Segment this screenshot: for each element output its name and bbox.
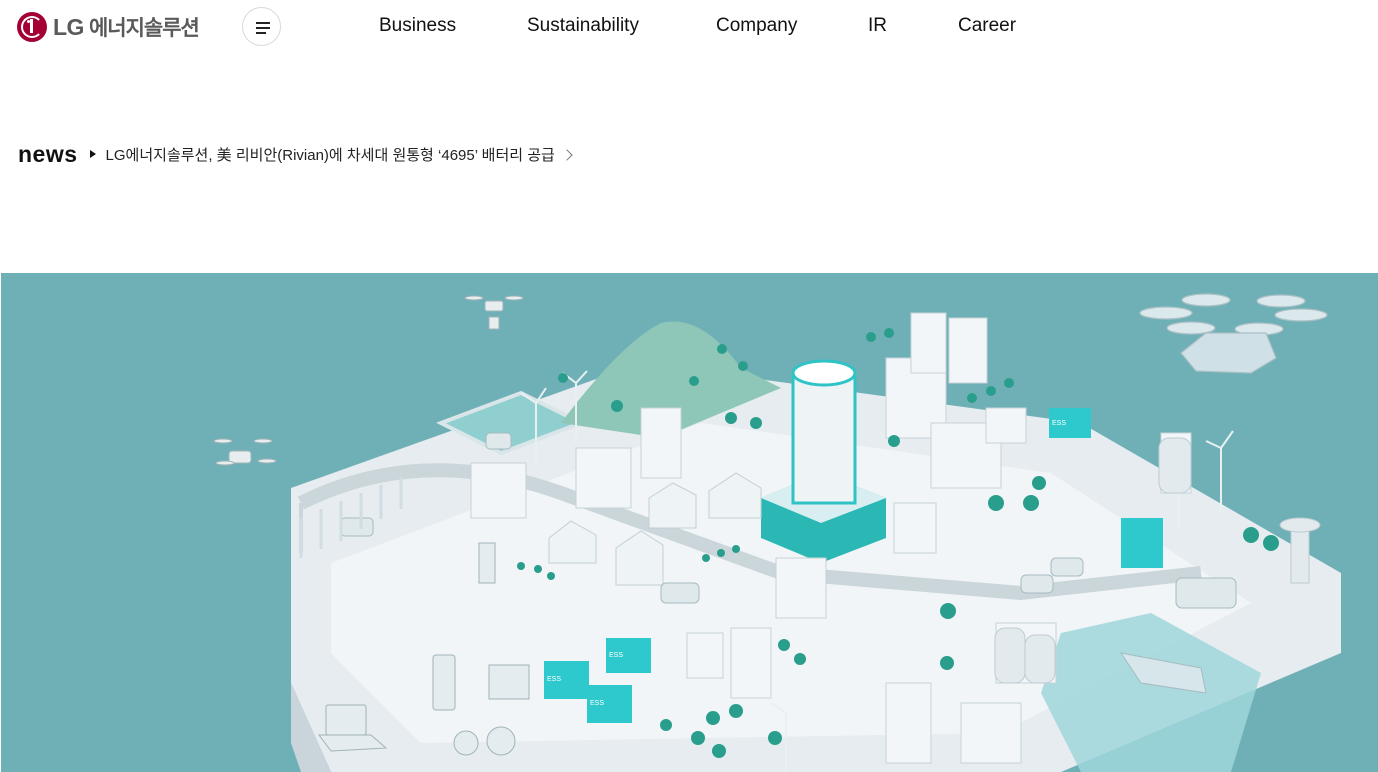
ess-container: ESS bbox=[587, 685, 632, 723]
hero-city-illustration: ESS ESS ESS ESS bbox=[1, 273, 1378, 772]
nav-item-business[interactable]: Business bbox=[379, 15, 456, 37]
drone-icon bbox=[213, 438, 277, 466]
news-ticker[interactable]: news LG에너지솔루션, 美 리비안(Rivian)에 차세대 원통형 ‘4… bbox=[18, 138, 573, 170]
site-header: LG 에너지솔루션 Business Sustainability Compan… bbox=[0, 0, 1378, 56]
ess-label: ESS bbox=[609, 652, 623, 659]
nav-item-sustainability[interactable]: Sustainability bbox=[527, 15, 639, 37]
ess-container: ESS bbox=[544, 661, 589, 699]
isometric-city-image: ESS ESS ESS ESS bbox=[213, 293, 1341, 772]
logo-lg-text: LG bbox=[53, 13, 84, 40]
menu-button[interactable] bbox=[242, 7, 281, 46]
lg-face-icon bbox=[17, 12, 47, 42]
chevron-right-icon[interactable] bbox=[561, 148, 573, 161]
ess-label: ESS bbox=[1052, 420, 1066, 427]
brand-logo[interactable]: LG 에너지솔루션 bbox=[17, 11, 200, 43]
ess-label: ESS bbox=[547, 676, 561, 683]
nav-item-career[interactable]: Career bbox=[958, 15, 1016, 37]
nav-item-ir[interactable]: IR bbox=[868, 15, 887, 37]
news-headline[interactable]: LG에너지솔루션, 美 리비안(Rivian)에 차세대 원통형 ‘4695’ … bbox=[106, 144, 555, 165]
air-taxi-icon bbox=[1139, 293, 1328, 374]
ess-container: ESS bbox=[1049, 408, 1091, 438]
drone-icon bbox=[464, 295, 524, 330]
ess-label: ESS bbox=[590, 700, 604, 707]
logo-company-name: 에너지솔루션 bbox=[88, 17, 200, 40]
play-triangle-icon bbox=[89, 150, 96, 158]
hamburger-icon bbox=[256, 22, 270, 24]
news-label: news bbox=[18, 140, 78, 167]
hamburger-icon-line bbox=[256, 32, 266, 34]
nav-item-company[interactable]: Company bbox=[716, 15, 797, 37]
ess-container bbox=[1121, 518, 1163, 568]
ess-container: ESS bbox=[606, 638, 651, 673]
hamburger-icon-line bbox=[256, 27, 270, 29]
